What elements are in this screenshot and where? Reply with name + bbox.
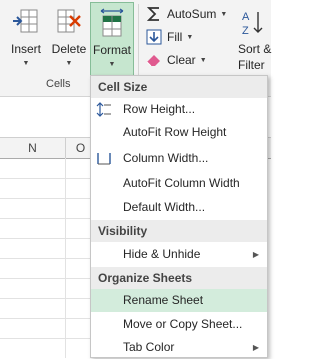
clear-button[interactable]: Clear ▼	[144, 50, 207, 70]
grid-line	[0, 338, 96, 339]
menu-item-column-width[interactable]: Column Width...	[91, 147, 267, 170]
cells-group-label: Cells	[46, 78, 71, 90]
submenu-arrow-icon: ▶	[252, 250, 259, 259]
menu-item-label: Default Width...	[123, 200, 206, 214]
menu-item-label: Column Width...	[123, 151, 209, 165]
menu-section-header-visibility: Visibility	[91, 220, 267, 242]
menu-item-autofit-row-height[interactable]: AutoFit Row Height	[91, 121, 267, 144]
chevron-down-icon: ▼	[108, 61, 116, 68]
fill-label: Fill	[167, 30, 183, 44]
fill-button[interactable]: Fill ▼	[144, 27, 193, 47]
grid-line	[0, 278, 96, 279]
grid-line	[0, 298, 96, 299]
format-label: Format	[92, 43, 131, 57]
format-cells-icon	[97, 7, 127, 42]
delete-cells-icon	[54, 6, 84, 41]
insert-button[interactable]: Insert ▼	[4, 2, 48, 76]
fill-down-icon	[144, 28, 164, 46]
delete-button[interactable]: Delete ▼	[49, 2, 89, 76]
format-dropdown-menu: Cell Size Row Height... AutoFit Row Heig…	[90, 75, 268, 358]
menu-item-rename-sheet[interactable]: Rename Sheet	[91, 289, 267, 312]
menu-item-label: Move or Copy Sheet...	[123, 317, 243, 331]
menu-item-label: Tab Color	[123, 340, 175, 354]
grid-line	[0, 238, 96, 239]
format-button[interactable]: Format ▼	[90, 2, 134, 76]
sort-label-line2: Filter	[238, 58, 265, 72]
menu-item-label: Rename Sheet	[123, 293, 204, 307]
insert-cells-icon	[11, 6, 41, 41]
chevron-down-icon: ▼	[65, 60, 73, 67]
menu-item-default-width[interactable]: Default Width...	[91, 196, 267, 219]
grid-line	[0, 178, 96, 179]
autosum-button[interactable]: AutoSum ▼	[144, 4, 227, 24]
svg-text:A: A	[242, 11, 250, 23]
row-height-icon	[96, 102, 112, 117]
clear-label: Clear	[167, 53, 196, 67]
grid-line	[0, 198, 96, 199]
menu-item-autofit-column-width[interactable]: AutoFit Column Width	[91, 172, 267, 195]
menu-item-move-copy-sheet[interactable]: Move or Copy Sheet...	[91, 313, 267, 336]
grid-line	[0, 218, 96, 219]
column-header-n[interactable]: N	[0, 138, 66, 158]
insert-label: Insert	[10, 42, 41, 56]
sigma-icon	[144, 5, 164, 23]
chevron-down-icon: ▼	[186, 33, 194, 41]
sort-label-line1: Sort &	[238, 42, 272, 56]
grid-line	[0, 258, 96, 259]
menu-item-label: AutoFit Column Width	[123, 176, 240, 190]
svg-text:Z: Z	[242, 25, 249, 37]
menu-item-label: Hide & Unhide	[123, 247, 201, 261]
menu-section-header-cell-size: Cell Size	[91, 76, 267, 98]
sort-filter-button[interactable]: A Z Sort & Filter	[232, 2, 276, 76]
chevron-down-icon: ▼	[199, 56, 207, 64]
menu-item-row-height[interactable]: Row Height...	[91, 98, 267, 121]
column-width-icon	[96, 151, 112, 166]
chevron-down-icon: ▼	[22, 60, 30, 67]
menu-section-header-organize-sheets: Organize Sheets	[91, 267, 267, 289]
menu-item-label: AutoFit Row Height	[123, 125, 227, 139]
delete-label: Delete	[51, 42, 87, 56]
grid-line	[0, 318, 96, 319]
menu-item-hide-unhide[interactable]: Hide & Unhide ▶	[91, 243, 267, 266]
autosum-label: AutoSum	[167, 7, 217, 21]
menu-item-tab-color[interactable]: Tab Color ▶	[91, 336, 267, 359]
submenu-arrow-icon: ▶	[252, 343, 259, 352]
sort-icon: A Z	[240, 8, 270, 41]
eraser-icon	[144, 51, 164, 69]
chevron-down-icon: ▼	[220, 10, 228, 18]
menu-item-label: Row Height...	[123, 102, 196, 116]
